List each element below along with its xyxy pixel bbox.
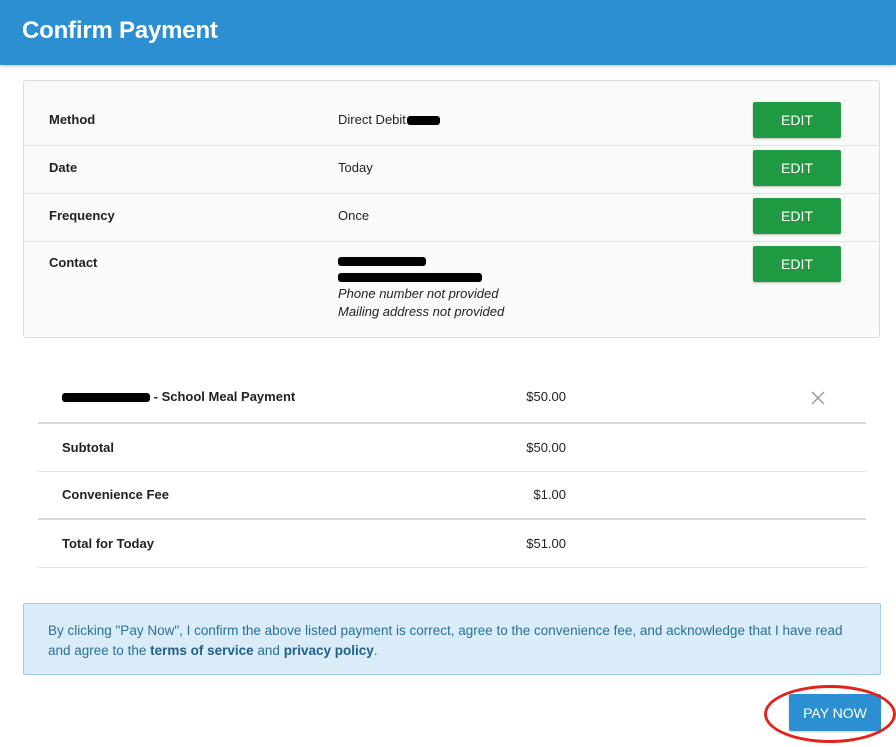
terms-of-service-link[interactable]: terms of service: [150, 643, 254, 658]
divider: [38, 422, 866, 424]
total-amount: $51.00: [526, 536, 566, 551]
notice-text: .: [373, 643, 378, 658]
edit-contact-button[interactable]: EDIT: [753, 246, 841, 282]
total-label: Total for Today: [62, 536, 154, 551]
item-amount: $50.00: [526, 389, 566, 404]
redacted-text: [338, 273, 482, 283]
payment-details-panel: Method Direct Debit EDIT Date Today EDIT…: [23, 80, 880, 338]
method-value: Direct Debit: [338, 112, 406, 127]
redacted-text: [62, 393, 150, 403]
detail-row-method: Method Direct Debit EDIT: [24, 81, 879, 146]
redacted-text: [406, 116, 440, 126]
divider: [38, 518, 866, 520]
redacted-text: [338, 257, 426, 267]
divider: [38, 567, 866, 568]
detail-label: Method: [49, 112, 96, 127]
detail-label: Contact: [49, 255, 98, 270]
contact-value: Phone number not provided Mailing addres…: [338, 252, 504, 321]
consent-notice: By clicking "Pay Now", I confirm the abo…: [23, 603, 881, 675]
edit-method-button[interactable]: EDIT: [753, 102, 841, 138]
edit-frequency-button[interactable]: EDIT: [753, 198, 841, 234]
subtotal-amount: $50.00: [526, 440, 566, 455]
pay-now-button[interactable]: PAY NOW: [789, 694, 881, 731]
detail-row-date: Date Today EDIT: [24, 145, 879, 194]
address-status: Mailing address not provided: [338, 304, 505, 319]
fee-amount: $1.00: [533, 487, 566, 502]
edit-date-button[interactable]: EDIT: [753, 150, 841, 186]
subtotal-label: Subtotal: [62, 440, 114, 455]
date-value: Today: [338, 160, 373, 175]
notice-text: and: [253, 643, 284, 658]
detail-value: Direct Debit: [338, 111, 440, 129]
detail-label: Date: [49, 160, 78, 175]
page-title: Confirm Payment: [22, 17, 218, 44]
phone-status: Phone number not provided: [338, 286, 499, 301]
remove-item-icon[interactable]: [808, 388, 828, 408]
privacy-policy-link[interactable]: privacy policy: [284, 643, 374, 658]
detail-label: Frequency: [49, 208, 115, 223]
fee-label: Convenience Fee: [62, 487, 169, 502]
detail-row-frequency: Frequency Once EDIT: [24, 193, 879, 242]
summary-item-label: - School Meal Payment: [62, 389, 295, 404]
divider: [38, 471, 866, 472]
detail-row-contact: Contact Phone number not provided Mailin…: [24, 241, 879, 337]
frequency-value: Once: [338, 208, 370, 223]
item-name: - School Meal Payment: [153, 389, 296, 404]
page-header: Confirm Payment: [0, 0, 896, 65]
